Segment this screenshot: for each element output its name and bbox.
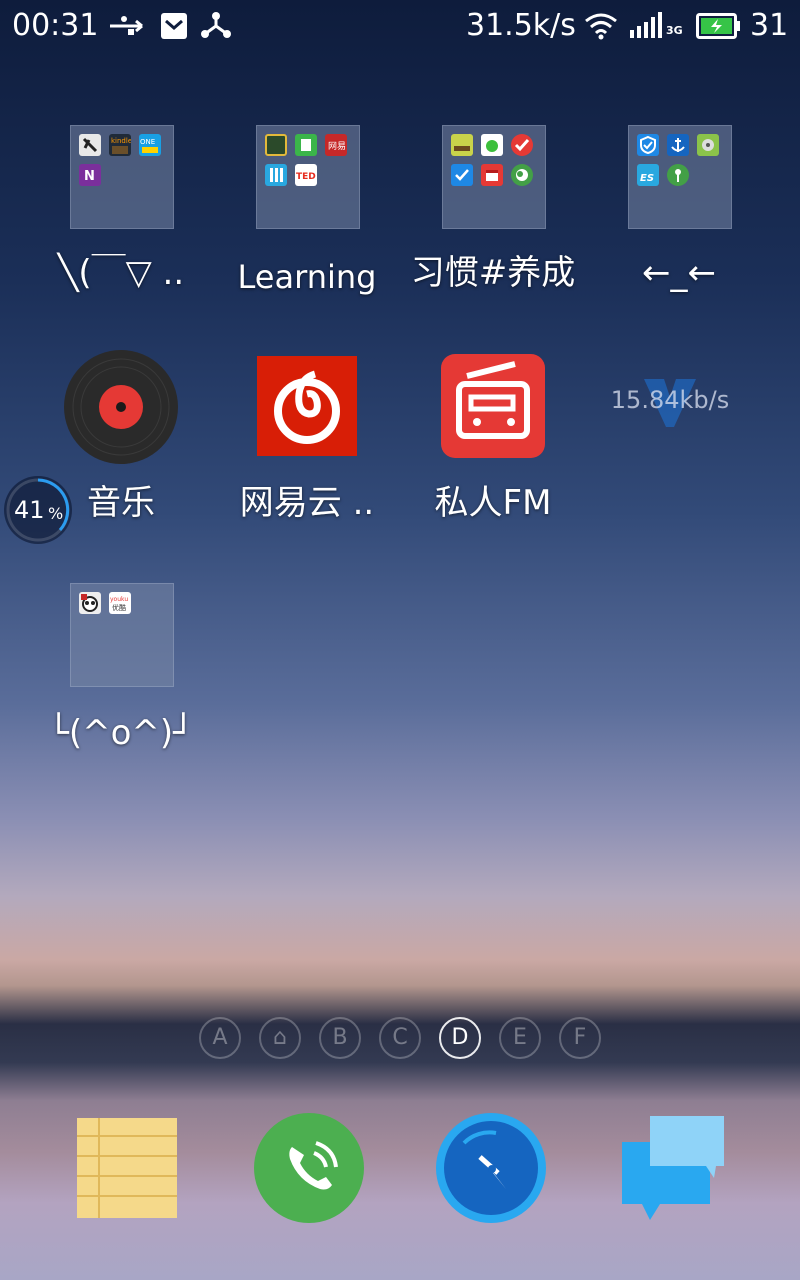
svg-text:ES: ES bbox=[640, 173, 654, 184]
memory-percent: 41 bbox=[14, 496, 45, 524]
share-icon bbox=[200, 10, 232, 44]
green-key-icon bbox=[667, 164, 689, 186]
board-icon bbox=[265, 134, 287, 156]
green-globe-icon bbox=[511, 164, 533, 186]
folder-1-label: ╲(￣▽ .. bbox=[57, 253, 185, 293]
one-icon: ONE bbox=[139, 134, 161, 156]
netease-music-icon bbox=[257, 356, 357, 456]
chat-bubbles-icon bbox=[622, 1116, 724, 1220]
notepad-icon bbox=[77, 1118, 177, 1218]
network-type: 3G bbox=[666, 24, 683, 37]
page-dot-d[interactable]: D bbox=[439, 1017, 481, 1059]
phone-icon bbox=[254, 1113, 364, 1223]
onenote-icon: N bbox=[79, 164, 101, 186]
page-dot-f[interactable]: F bbox=[559, 1017, 601, 1059]
page-dot-e[interactable]: E bbox=[499, 1017, 541, 1059]
signal-icon bbox=[628, 12, 668, 42]
svg-text:N: N bbox=[84, 169, 95, 184]
net-speed: 31.5k/s bbox=[466, 8, 576, 43]
vinyl-record-icon bbox=[64, 350, 178, 464]
red-check-icon bbox=[511, 134, 533, 156]
page-dot-a[interactable]: A bbox=[199, 1017, 241, 1059]
blue-check-icon bbox=[451, 164, 473, 186]
battery-level: 31 bbox=[750, 8, 789, 43]
home-screen: { "status_bar": { "time": "00:31", "net_… bbox=[0, 0, 800, 1280]
anchor-icon bbox=[667, 134, 689, 156]
mail-icon bbox=[160, 12, 188, 44]
svg-text:网易: 网易 bbox=[328, 141, 346, 152]
gear-app-icon bbox=[697, 134, 719, 156]
folder-5-label: └(^o^)┘ bbox=[48, 713, 194, 753]
red-app-icon: 网易 bbox=[325, 134, 347, 156]
green-note-icon bbox=[295, 134, 317, 156]
page-dot-home[interactable]: ⌂ bbox=[259, 1017, 301, 1059]
clock: 00:31 bbox=[12, 8, 99, 43]
netease-music-app[interactable] bbox=[257, 356, 357, 460]
private-fm-app[interactable] bbox=[441, 354, 545, 462]
music-app-icon[interactable] bbox=[64, 350, 178, 468]
dock-phone[interactable] bbox=[254, 1113, 364, 1227]
usb-icon bbox=[108, 14, 148, 42]
speed-widget-value: 15.84kb/s bbox=[610, 386, 730, 414]
green-drop-icon bbox=[481, 134, 503, 156]
blue-grid-icon bbox=[265, 164, 287, 186]
kindle-icon: kindle bbox=[109, 134, 132, 156]
svg-text:ONE: ONE bbox=[140, 138, 155, 146]
page-dot-b[interactable]: B bbox=[319, 1017, 361, 1059]
private-fm-label: 私人FM bbox=[434, 483, 552, 523]
netease-label: 网易云 .. bbox=[239, 483, 375, 523]
folder-es-icon: ES bbox=[637, 164, 659, 186]
wifi-icon bbox=[584, 12, 618, 44]
battery-icon bbox=[696, 13, 742, 43]
memory-widget[interactable]: 41 % bbox=[4, 476, 72, 544]
youku-icon: youku 优酷 bbox=[109, 592, 131, 614]
page-dot-c[interactable]: C bbox=[379, 1017, 421, 1059]
radio-icon bbox=[441, 354, 545, 458]
svg-text:youku: youku bbox=[110, 596, 128, 603]
panda-icon bbox=[79, 592, 101, 614]
folder-learning[interactable]: 网易 TED bbox=[256, 125, 360, 229]
yellow-app-icon bbox=[451, 134, 473, 156]
svg-text:TED: TED bbox=[296, 172, 316, 182]
red-calendar-icon bbox=[481, 164, 503, 186]
folder-5[interactable]: youku 优酷 bbox=[70, 583, 174, 687]
folder-habits-label: 习惯#养成 bbox=[410, 253, 576, 293]
ted-icon: TED bbox=[295, 164, 317, 186]
shield-icon bbox=[637, 134, 659, 156]
svg-text:kindle: kindle bbox=[111, 137, 131, 145]
folder-4[interactable]: ES bbox=[628, 125, 732, 229]
memory-unit: % bbox=[48, 504, 64, 523]
dock-messages[interactable] bbox=[622, 1116, 726, 1224]
folder-4-label: ←_← bbox=[642, 253, 716, 293]
folder-habits[interactable] bbox=[442, 125, 546, 229]
compass-icon bbox=[436, 1113, 546, 1223]
dock-browser[interactable] bbox=[436, 1113, 546, 1227]
black-app-icon bbox=[79, 134, 101, 156]
svg-text:优酷: 优酷 bbox=[112, 603, 126, 612]
dock-notes[interactable] bbox=[77, 1118, 177, 1222]
folder-1[interactable]: kindle ONE N bbox=[70, 125, 174, 229]
folder-learning-label: Learning bbox=[237, 258, 377, 296]
